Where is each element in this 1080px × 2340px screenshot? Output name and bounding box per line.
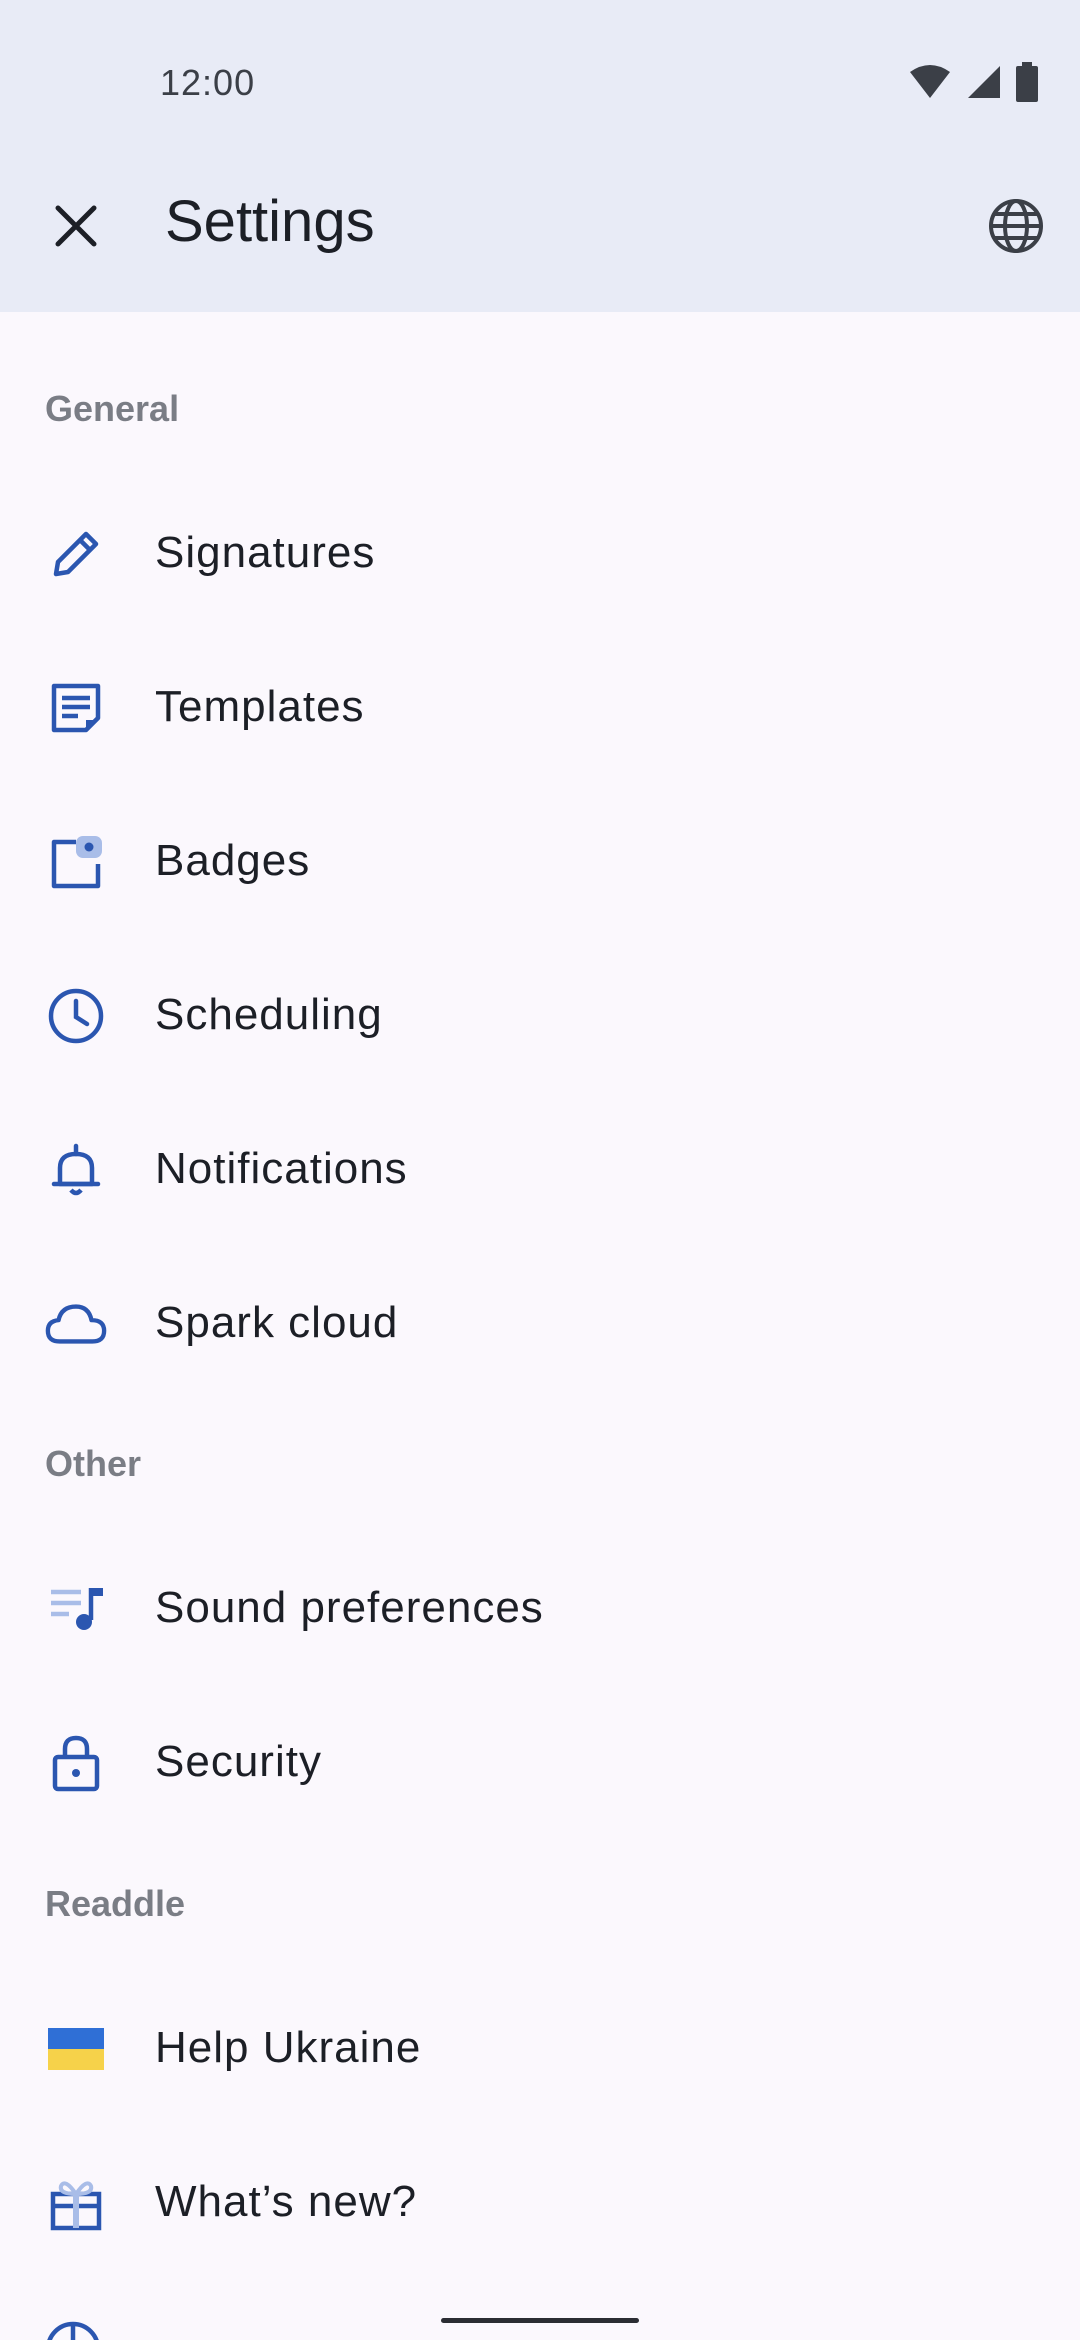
lock-icon (44, 1731, 108, 1795)
settings-item-templates[interactable]: Templates (0, 632, 1080, 782)
status-time: 12:00 (160, 62, 256, 103)
ukraine-flag-icon (44, 2017, 108, 2081)
next-item-icon-partial (44, 2320, 108, 2340)
close-icon (55, 205, 97, 247)
page-title: Settings (165, 189, 375, 254)
settings-item-notifications[interactable]: Notifications (0, 1094, 1080, 1244)
bell-icon (44, 1138, 108, 1202)
settings-item-label: Security (155, 1737, 322, 1786)
settings-item-label: Help Ukraine (155, 2023, 422, 2072)
settings-item-label: Scheduling (155, 990, 383, 1039)
settings-item-label: Signatures (155, 528, 376, 577)
music-list-icon (44, 1577, 108, 1641)
battery-icon (1016, 62, 1038, 102)
settings-item-label: Badges (155, 836, 311, 885)
section-header-readdle: Readdle (45, 1883, 186, 1924)
clock-icon (44, 984, 108, 1048)
settings-item-help-ukraine[interactable]: Help Ukraine (0, 1973, 1080, 2123)
settings-item-label: Spark cloud (155, 1298, 399, 1347)
document-icon (44, 676, 108, 740)
section-header-other: Other (45, 1443, 142, 1484)
settings-item-scheduling[interactable]: Scheduling (0, 940, 1080, 1090)
top-app-bar: 12:00 Settings (0, 0, 1080, 312)
settings-item-sound-preferences[interactable]: Sound preferences (0, 1533, 1080, 1683)
settings-item-label: Templates (155, 682, 365, 731)
wifi-icon (910, 65, 950, 98)
badge-icon (44, 830, 108, 894)
settings-item-label: Notifications (155, 1144, 408, 1193)
globe-icon (989, 199, 1043, 253)
settings-item-whats-new[interactable]: What’s new? (0, 2127, 1080, 2277)
settings-item-badges[interactable]: Badges (0, 786, 1080, 936)
close-button[interactable] (40, 190, 112, 262)
cloud-icon (44, 1292, 108, 1356)
gift-icon (44, 2171, 108, 2235)
home-indicator[interactable] (441, 2318, 639, 2323)
language-button[interactable] (980, 190, 1052, 262)
settings-item-security[interactable]: Security (0, 1687, 1080, 1837)
settings-item-label: Sound preferences (155, 1583, 544, 1632)
settings-item-label: What’s new? (155, 2177, 418, 2226)
pencil-icon (44, 522, 108, 586)
settings-item-signatures[interactable]: Signatures (0, 478, 1080, 628)
cellular-icon (968, 66, 1000, 98)
settings-item-spark-cloud[interactable]: Spark cloud (0, 1248, 1080, 1398)
status-icons (908, 60, 1038, 104)
section-header-general: General (45, 388, 180, 429)
